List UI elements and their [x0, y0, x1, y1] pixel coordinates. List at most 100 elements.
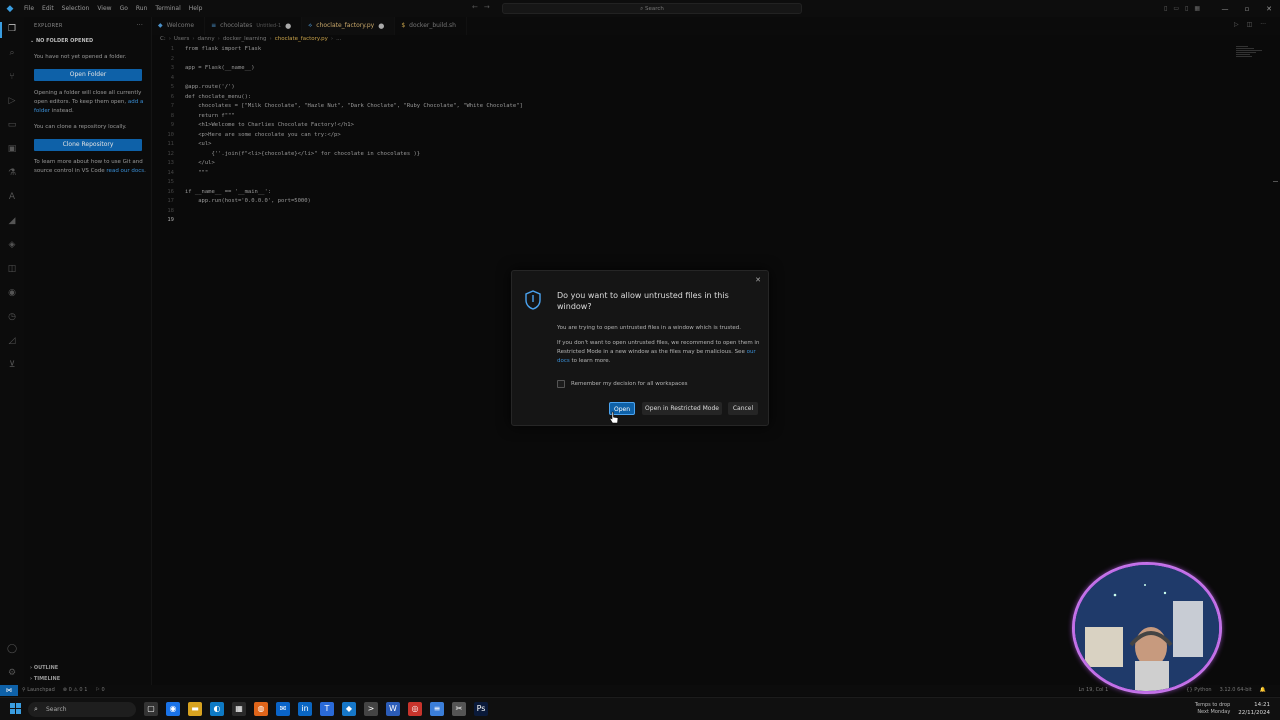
taskbar-search[interactable]: ⌕ Search	[28, 702, 136, 717]
minimap[interactable]	[1236, 45, 1266, 65]
split-editor-icon[interactable]: ◫	[1247, 21, 1253, 28]
run-python-icon[interactable]: ▷	[1234, 21, 1239, 28]
menu-terminal[interactable]: Terminal	[151, 0, 184, 17]
code-line[interactable]: 7 chocolates = ["Milk Chocolate", "Hazle…	[152, 102, 523, 112]
read-docs-link[interactable]: read our docs	[106, 168, 144, 174]
code-line[interactable]: 17 app.run(host='0.0.0.0', port=5000)	[152, 197, 310, 207]
clock[interactable]: 14:21 22/11/2024	[1238, 701, 1270, 717]
breadcrumb-item[interactable]: danny	[198, 36, 215, 42]
containers-icon[interactable]: ◫	[6, 263, 18, 275]
remote-explorer-icon[interactable]: ▭	[6, 119, 18, 131]
timeline-section-header[interactable]: › TIMELINE	[30, 676, 60, 682]
extensions-icon[interactable]: ▣	[6, 143, 18, 155]
menu-edit[interactable]: Edit	[38, 0, 58, 17]
no-folder-section-header[interactable]: ⌄ NO FOLDER OPENED	[30, 38, 93, 44]
breadcrumb-item[interactable]: Users	[174, 36, 189, 42]
cursor-position[interactable]: Ln 19, Col 1	[1074, 685, 1112, 696]
chrome-icon[interactable]: ◉	[166, 702, 180, 716]
menu-selection[interactable]: Selection	[58, 0, 94, 17]
store-icon[interactable]: ▦	[232, 702, 246, 716]
minimize-window-icon[interactable]: —	[1214, 5, 1236, 13]
snipping-tool-icon[interactable]: ✂	[452, 702, 466, 716]
tab-docker-build[interactable]: $ docker_build.sh	[395, 17, 467, 35]
language-mode[interactable]: {} Python	[1182, 685, 1215, 696]
photoshop-icon[interactable]: Ps	[474, 702, 488, 716]
more-editor-actions-icon[interactable]: ···	[1260, 21, 1266, 28]
clone-repository-button[interactable]: Clone Repository	[34, 139, 142, 151]
maximize-window-icon[interactable]: ▫	[1236, 5, 1258, 13]
terminal-icon[interactable]: >	[364, 702, 378, 716]
notifications-bell-icon[interactable]: 🔔	[1256, 685, 1270, 696]
code-line[interactable]: 15	[152, 178, 185, 188]
teams-icon[interactable]: T	[320, 702, 334, 716]
windows-start-icon[interactable]	[10, 703, 21, 714]
toggle-primary-sidebar-icon[interactable]: ▯	[1164, 5, 1167, 12]
testing-icon[interactable]: ⚗	[6, 167, 18, 179]
code-line[interactable]: 4	[152, 74, 185, 84]
source-control-icon[interactable]: ⑂	[6, 71, 18, 83]
code-line[interactable]: 11 <ul>	[152, 140, 211, 150]
code-line[interactable]: 16 if __name__ == '__main__':	[152, 188, 271, 198]
code-line[interactable]: 6 def choclate_menu():	[152, 93, 252, 103]
breadcrumb-item[interactable]: ...	[336, 36, 341, 42]
search-view-icon[interactable]: ⌕	[6, 47, 18, 59]
linkedin-icon[interactable]: in	[298, 702, 312, 716]
code-line[interactable]: 14 """	[152, 169, 208, 179]
code-line[interactable]: 9 <h1>Welcome to Charlies Chocolate Fact…	[152, 121, 354, 131]
outline-section-header[interactable]: › OUTLINE	[30, 665, 58, 671]
gitlens-icon[interactable]: ◿	[6, 335, 18, 347]
notepad-icon[interactable]: ≡	[430, 702, 444, 716]
vscode-taskbar-icon[interactable]: ◆	[342, 702, 356, 716]
menu-run[interactable]: Run	[132, 0, 152, 17]
cancel-button[interactable]: Cancel	[728, 402, 758, 415]
toggle-panel-icon[interactable]: ▭	[1173, 5, 1179, 12]
menu-file[interactable]: File	[20, 0, 38, 17]
github-icon[interactable]: ◉	[6, 287, 18, 299]
code-line[interactable]: 18	[152, 207, 185, 217]
more-actions-icon[interactable]: ···	[136, 21, 143, 29]
problems-item[interactable]: ⊗ 0 ⚠ 0 1	[59, 685, 92, 696]
code-line[interactable]: 2	[152, 55, 185, 65]
remember-decision-checkbox[interactable]	[557, 380, 565, 388]
back-arrow-icon[interactable]: ←	[472, 3, 478, 11]
breadcrumb-item[interactable]: choclate_factory.py	[275, 36, 328, 42]
launchpad-item[interactable]: ⚲ Launchpad	[18, 685, 59, 696]
breadcrumb-item[interactable]: C:	[160, 36, 166, 42]
task-view-icon[interactable]: ▢	[144, 702, 158, 716]
code-line[interactable]: 1 from flask import Flask	[152, 45, 261, 55]
toggle-secondary-sidebar-icon[interactable]: ▯	[1185, 5, 1188, 12]
code-line[interactable]: 19	[152, 216, 185, 226]
forward-arrow-icon[interactable]: →	[484, 3, 490, 11]
remember-decision-label[interactable]: Remember my decision for all workspaces	[571, 381, 688, 387]
code-line[interactable]: 5 @app.route('/')	[152, 83, 235, 93]
edge-icon[interactable]: ◐	[210, 702, 224, 716]
kubernetes-icon[interactable]: ◈	[6, 239, 18, 251]
azure-icon[interactable]: A	[6, 191, 18, 203]
tab-welcome[interactable]: ◆ Welcome	[152, 17, 206, 35]
close-icon[interactable]: ✕	[755, 276, 761, 284]
code-line[interactable]: 12 {''.join(f"<li>{chocolate}</li>" for …	[152, 150, 420, 160]
explorer-icon[interactable]: ❐	[6, 23, 18, 35]
account-icon[interactable]: ◯	[6, 643, 18, 655]
timeline-view-icon[interactable]: ◷	[6, 311, 18, 323]
code-line[interactable]: 3 app = Flask(__name__)	[152, 64, 255, 74]
obs-icon[interactable]: ◎	[408, 702, 422, 716]
run-debug-icon[interactable]: ▷	[6, 95, 18, 107]
menu-go[interactable]: Go	[116, 0, 132, 17]
code-line[interactable]: 13 </ul>	[152, 159, 214, 169]
extension-view-icon[interactable]: ⊻	[6, 359, 18, 371]
open-folder-button[interactable]: Open Folder	[34, 69, 142, 81]
open-restricted-mode-button[interactable]: Open in Restricted Mode	[642, 402, 722, 415]
menu-help[interactable]: Help	[185, 0, 207, 17]
ports-item[interactable]: ⚐ 0	[91, 685, 108, 696]
breadcrumb-item[interactable]: docker_learning	[223, 36, 267, 42]
word-icon[interactable]: W	[386, 702, 400, 716]
outlook-icon[interactable]: ✉	[276, 702, 290, 716]
docker-icon[interactable]: ◢	[6, 215, 18, 227]
python-interpreter[interactable]: 3.12.0 64-bit	[1216, 685, 1256, 696]
file-explorer-icon[interactable]: ▬	[188, 702, 202, 716]
unsaved-dot-icon[interactable]: ●	[378, 17, 384, 35]
remote-indicator-icon[interactable]: ⋈	[0, 685, 18, 696]
tab-chocolates[interactable]: ≡ chocolates Untitled-1 ●	[205, 17, 303, 35]
code-line[interactable]: 8 return f"""	[152, 112, 235, 122]
